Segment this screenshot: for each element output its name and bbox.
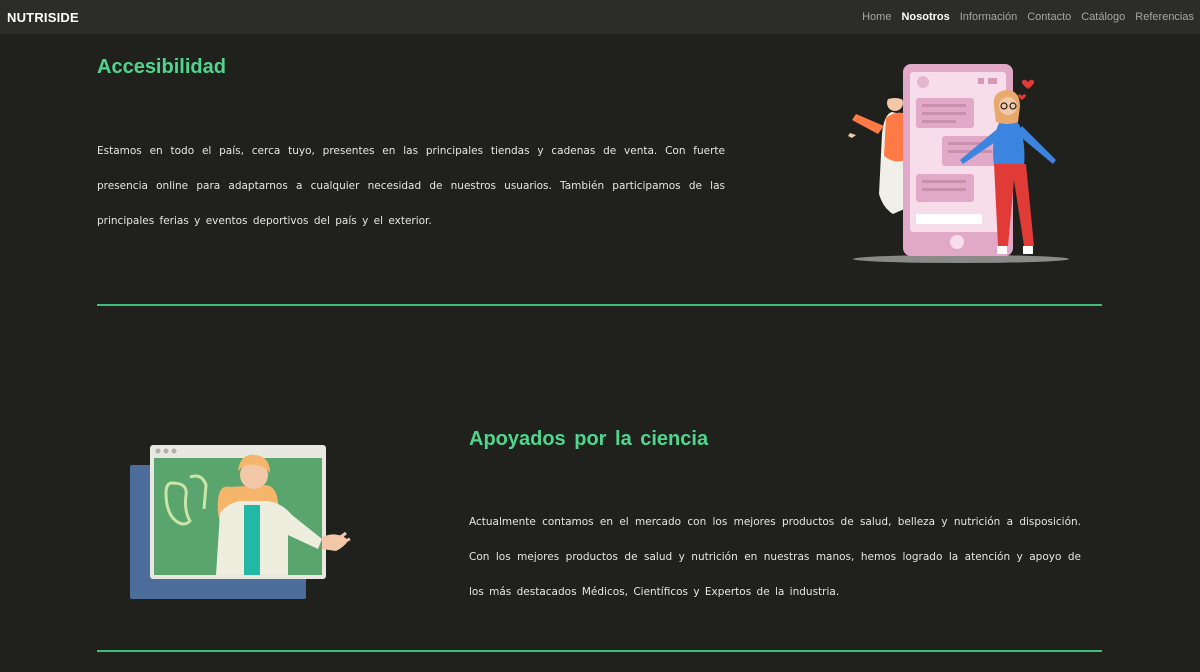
nav-catalogo[interactable]: Catálogo: [1081, 11, 1125, 23]
nav-contacto[interactable]: Contacto: [1027, 11, 1071, 23]
section-title-accesibilidad: Accesibilidad: [97, 56, 226, 78]
section-divider-bottom: [97, 650, 1102, 652]
scientist-illustration: [130, 445, 351, 599]
section-divider: [97, 304, 1102, 306]
nav-links: Home Nosotros Información Contacto Catál…: [862, 11, 1194, 23]
brand-logo[interactable]: NUTRISIDE: [7, 10, 79, 25]
section-text-accesibilidad: Estamos en todo el país, cerca tuyo, pre…: [97, 145, 725, 227]
phone-chat-illustration: [848, 64, 1069, 263]
nav-referencias[interactable]: Referencias: [1135, 11, 1194, 23]
nav-informacion[interactable]: Información: [960, 11, 1017, 23]
navbar: NUTRISIDE Home Nosotros Información Cont…: [0, 0, 1200, 34]
nav-nosotros[interactable]: Nosotros: [901, 11, 949, 23]
section-text-ciencia: Actualmente contamos en el mercado con l…: [469, 516, 1081, 598]
section-title-ciencia: Apoyados por la ciencia: [469, 428, 709, 450]
nav-home[interactable]: Home: [862, 11, 891, 23]
